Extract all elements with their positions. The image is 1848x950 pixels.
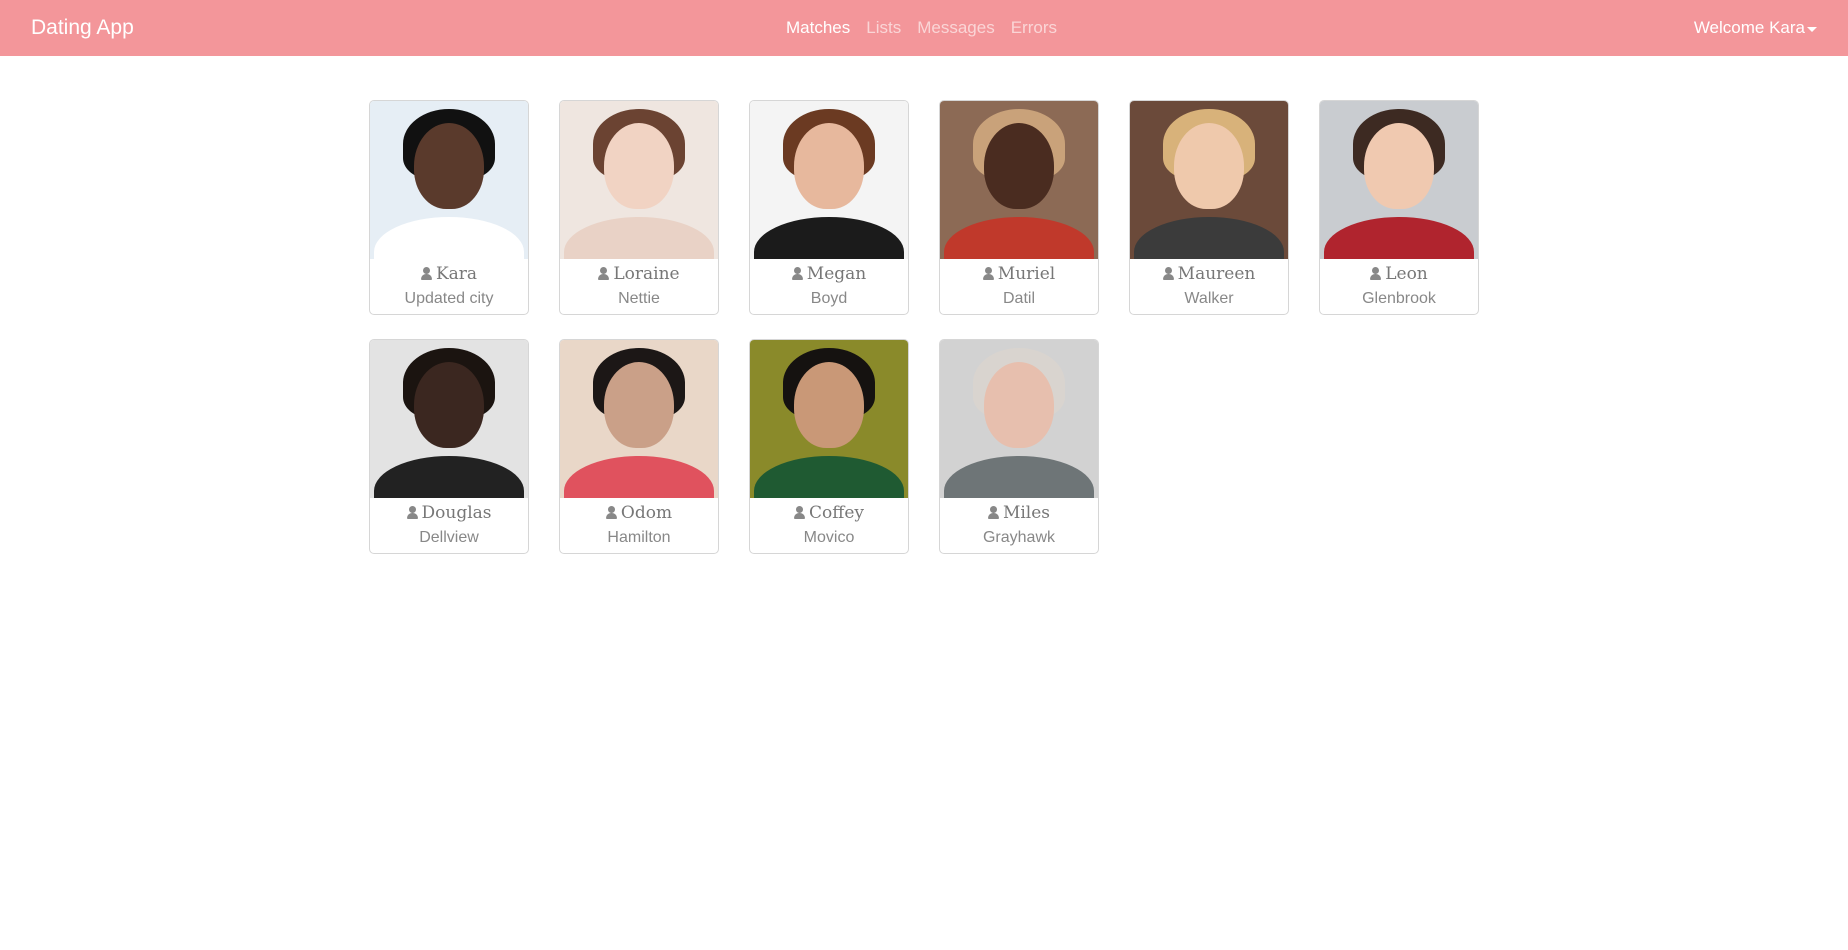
photo-shoulders <box>944 217 1094 259</box>
user-icon <box>982 267 994 280</box>
user-dropdown[interactable]: Welcome Kara <box>1694 17 1817 39</box>
member-city: Hamilton <box>607 529 671 546</box>
member-grid: Kara Updated city Loraine Nettie Megan Boyd Mu… <box>369 100 1489 554</box>
member-photo[interactable] <box>370 340 528 498</box>
user-icon <box>420 267 432 280</box>
member-card[interactable]: Odom Hamilton <box>559 339 719 554</box>
user-icon <box>791 267 803 280</box>
member-card[interactable]: Kara Updated city <box>369 100 529 315</box>
user-icon <box>1370 267 1382 280</box>
member-city: Boyd <box>810 290 848 307</box>
member-photo[interactable] <box>940 101 1098 259</box>
member-name-row: Odom <box>560 502 718 524</box>
member-photo[interactable] <box>560 101 718 259</box>
photo-shoulders <box>564 456 714 498</box>
member-photo[interactable] <box>370 101 528 259</box>
photo-face <box>1174 123 1244 209</box>
top-navbar: Dating App Matches Lists Messages Errors… <box>0 0 1848 56</box>
brand-link[interactable]: Dating App <box>31 14 134 42</box>
user-icon <box>987 506 999 519</box>
member-card[interactable]: Miles Grayhawk <box>939 339 1099 554</box>
member-photo[interactable] <box>940 340 1098 498</box>
photo-shoulders <box>374 217 524 259</box>
member-city: Updated city <box>404 290 494 307</box>
member-name: Odom <box>620 503 673 523</box>
photo-face <box>1364 123 1434 209</box>
caret-down-icon <box>1807 26 1817 32</box>
member-card[interactable]: Maureen Walker <box>1129 100 1289 315</box>
photo-shoulders <box>1324 217 1474 259</box>
member-name-row: Kara <box>370 263 528 285</box>
user-icon <box>794 506 805 519</box>
member-photo[interactable] <box>1320 101 1478 259</box>
member-name: Douglas <box>421 503 492 523</box>
member-city: Grayhawk <box>982 529 1056 546</box>
member-photo[interactable] <box>750 101 908 259</box>
member-name: Leon <box>1385 264 1428 284</box>
nav-link-messages[interactable]: Messages <box>917 17 994 39</box>
photo-shoulders <box>754 217 904 259</box>
member-city: Glenbrook <box>1362 290 1436 307</box>
photo-face <box>604 362 674 448</box>
photo-face <box>414 123 484 209</box>
photo-face <box>604 123 674 209</box>
user-icon <box>406 506 418 519</box>
member-name: Kara <box>435 264 478 284</box>
member-name-row: Leon <box>1320 263 1478 285</box>
member-city: Movico <box>803 529 855 546</box>
welcome-text: Welcome Kara <box>1693 18 1805 37</box>
member-name-row: Muriel <box>940 263 1098 285</box>
member-card[interactable]: Megan Boyd <box>749 100 909 315</box>
member-city: Datil <box>1002 290 1035 307</box>
member-name: Megan <box>806 264 867 284</box>
main-nav: Matches Lists Messages Errors <box>786 17 1073 39</box>
photo-shoulders <box>944 456 1094 498</box>
photo-shoulders <box>754 456 904 498</box>
member-card[interactable]: Coffey Movico <box>749 339 909 554</box>
member-name-row: Maureen <box>1130 263 1288 285</box>
member-name: Loraine <box>613 264 680 284</box>
member-card[interactable]: Leon Glenbrook <box>1319 100 1479 315</box>
nav-link-lists[interactable]: Lists <box>866 17 901 39</box>
photo-face <box>984 362 1054 448</box>
photo-shoulders <box>374 456 524 498</box>
member-photo[interactable] <box>1130 101 1288 259</box>
member-name-row: Coffey <box>750 502 908 524</box>
member-photo[interactable] <box>750 340 908 498</box>
member-card[interactable]: Muriel Datil <box>939 100 1099 315</box>
member-name-row: Douglas <box>370 502 528 524</box>
nav-link-errors[interactable]: Errors <box>1011 17 1057 39</box>
member-card[interactable]: Douglas Dellview <box>369 339 529 554</box>
member-city: Dellview <box>419 529 479 546</box>
member-name-row: Loraine <box>560 263 718 285</box>
photo-shoulders <box>1134 217 1284 259</box>
nav-link-matches[interactable]: Matches <box>786 17 850 39</box>
user-icon <box>605 506 617 519</box>
photo-face <box>984 123 1054 209</box>
photo-face <box>414 362 484 448</box>
user-icon <box>1162 267 1174 280</box>
member-city: Walker <box>1184 290 1234 307</box>
member-name: Maureen <box>1177 264 1256 284</box>
user-icon <box>598 267 610 280</box>
member-city: Nettie <box>618 290 660 307</box>
photo-shoulders <box>564 217 714 259</box>
member-name: Muriel <box>997 264 1056 284</box>
member-name: Miles <box>1002 503 1051 523</box>
member-name-row: Miles <box>940 502 1098 524</box>
member-name: Coffey <box>809 503 864 523</box>
member-name-row: Megan <box>750 263 908 285</box>
member-card[interactable]: Loraine Nettie <box>559 100 719 315</box>
member-photo[interactable] <box>560 340 718 498</box>
photo-face <box>794 362 864 448</box>
photo-face <box>794 123 864 209</box>
